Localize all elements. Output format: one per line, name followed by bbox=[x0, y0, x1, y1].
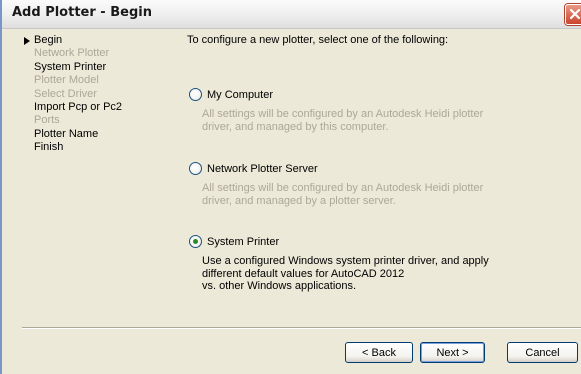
wizard-steps: Begin Network Plotter System Printer Plo… bbox=[22, 34, 122, 155]
step-label: Finish bbox=[34, 141, 64, 154]
step-plotter-name: Plotter Name bbox=[22, 128, 122, 141]
next-button[interactable]: Next > bbox=[420, 342, 485, 363]
step-select-driver: Select Driver bbox=[22, 88, 122, 101]
my-computer-description: All settings will be configured by an Au… bbox=[202, 108, 502, 133]
my-computer-label[interactable]: My Computer bbox=[207, 89, 273, 101]
step-label: Plotter Name bbox=[34, 127, 99, 140]
my-computer-radio[interactable] bbox=[189, 88, 202, 101]
description-line: driver, and managed by this computer. bbox=[202, 120, 389, 133]
step-begin: Begin bbox=[22, 34, 122, 47]
option-network-plotter-server: Network Plotter Server All settings will… bbox=[187, 162, 502, 207]
system-printer-radio-row[interactable]: System Printer bbox=[187, 235, 502, 248]
footer-separator bbox=[22, 327, 581, 329]
step-label: Ports bbox=[34, 114, 60, 127]
close-icon bbox=[569, 8, 581, 20]
description-line: driver, and managed by a plotter server. bbox=[202, 194, 396, 207]
instruction-text: To configure a new plotter, select one o… bbox=[187, 34, 449, 46]
network-plotter-server-radio-row[interactable]: Network Plotter Server bbox=[187, 162, 502, 175]
step-finish: Finish bbox=[22, 141, 122, 154]
step-label: Plotter Model bbox=[34, 74, 99, 87]
add-plotter-dialog: Add Plotter - Begin Begin Network Plotte… bbox=[0, 0, 581, 374]
current-step-arrow-icon bbox=[24, 37, 30, 45]
description-line: All settings will be configured by an Au… bbox=[202, 182, 484, 194]
step-label: Select Driver bbox=[34, 87, 97, 100]
network-plotter-server-radio[interactable] bbox=[189, 162, 202, 175]
network-plotter-server-description: All settings will be configured by an Au… bbox=[202, 182, 502, 207]
back-button[interactable]: < Back bbox=[345, 342, 413, 363]
my-computer-radio-row[interactable]: My Computer bbox=[187, 88, 502, 101]
step-system-printer: System Printer bbox=[22, 61, 122, 74]
description-line: All settings will be configured by an Au… bbox=[202, 108, 484, 120]
network-plotter-server-label[interactable]: Network Plotter Server bbox=[207, 163, 318, 175]
step-label: System Printer bbox=[34, 60, 107, 73]
close-button[interactable] bbox=[565, 4, 581, 25]
step-import-pcp: Import Pcp or Pc2 bbox=[22, 101, 122, 114]
step-label: Network Plotter bbox=[34, 47, 110, 60]
step-network-plotter: Network Plotter bbox=[22, 47, 122, 60]
step-ports: Ports bbox=[22, 114, 122, 127]
system-printer-label[interactable]: System Printer bbox=[207, 236, 279, 248]
title-bar[interactable]: Add Plotter - Begin bbox=[2, 0, 581, 29]
window-title: Add Plotter - Begin bbox=[12, 5, 152, 20]
step-plotter-model: Plotter Model bbox=[22, 74, 122, 87]
description-line: vs. other Windows applications. bbox=[202, 280, 357, 292]
description-line: different default values for AutoCAD 201… bbox=[202, 267, 405, 280]
step-label: Import Pcp or Pc2 bbox=[34, 101, 123, 114]
cancel-button[interactable]: Cancel bbox=[507, 342, 578, 363]
option-system-printer: System Printer Use a configured Windows … bbox=[187, 235, 502, 293]
description-line: Use a configured Windows system printer … bbox=[202, 255, 489, 267]
step-label: Begin bbox=[34, 34, 63, 46]
system-printer-description: Use a configured Windows system printer … bbox=[202, 255, 502, 293]
system-printer-radio[interactable] bbox=[189, 235, 202, 248]
option-my-computer: My Computer All settings will be configu… bbox=[187, 88, 502, 133]
